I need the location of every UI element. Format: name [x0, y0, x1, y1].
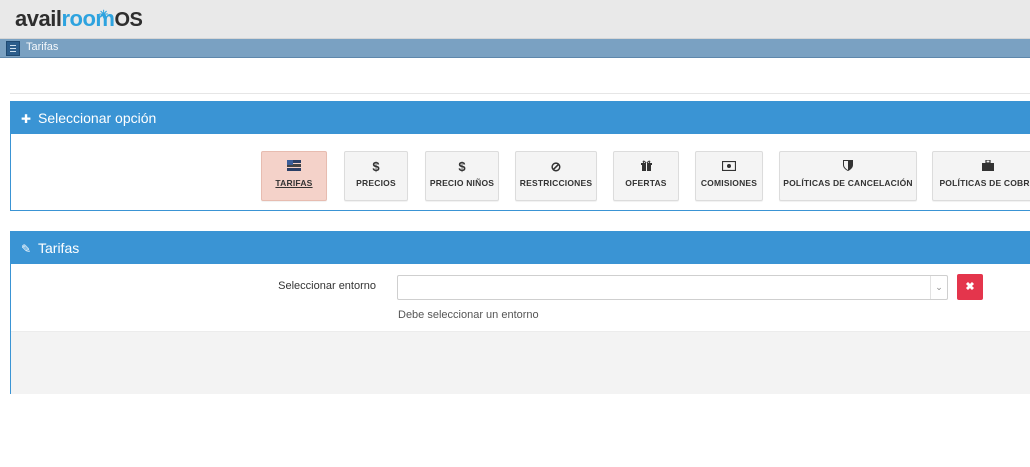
precios-button-label: PRECIOS: [356, 178, 396, 188]
plus-icon: ✚: [21, 112, 32, 126]
select-option-panel: ✚ Seleccionar opción TARIFAS $ PRECIOS $ …: [10, 101, 1030, 211]
dollar-icon: $: [372, 159, 380, 174]
clear-button[interactable]: ✖: [957, 274, 983, 300]
politicas-cancelacion-button-label: POLÍTICAS DE CANCELACIÓN: [783, 178, 913, 188]
entorno-select[interactable]: ⌄: [397, 275, 948, 300]
precios-button[interactable]: $ PRECIOS: [344, 151, 408, 201]
ban-icon: ⊘: [550, 159, 562, 174]
comisiones-button[interactable]: COMISIONES: [695, 151, 763, 201]
politicas-cobro-button-label: POLÍTICAS DE COBRO: [939, 178, 1030, 188]
tarifas-button[interactable]: TARIFAS: [261, 151, 327, 201]
panel-title: Seleccionar opción: [38, 110, 157, 126]
ofertas-button[interactable]: OFERTAS: [613, 151, 679, 201]
entorno-label: Seleccionar entorno: [278, 280, 376, 292]
politicas-cobro-button[interactable]: POLÍTICAS DE COBRO: [932, 151, 1030, 201]
edit-icon: ✎: [21, 242, 32, 256]
close-icon: ✖: [965, 281, 975, 293]
ofertas-button-label: OFERTAS: [625, 178, 667, 188]
select-option-header[interactable]: ✚ Seleccionar opción: [11, 102, 1030, 134]
tab-bar: Tarifas: [0, 39, 1030, 58]
tarifas-panel-header: ✎ Tarifas: [11, 232, 1030, 264]
tab-tarifas[interactable]: Tarifas: [26, 41, 58, 53]
tarifas-button-label: TARIFAS: [275, 178, 313, 188]
flag-icon: [262, 159, 326, 174]
top-header: availroomOS ✳: [0, 0, 1030, 39]
logo-text-os: OS: [114, 9, 143, 31]
comisiones-button-label: COMISIONES: [700, 178, 758, 188]
shield-icon: [780, 159, 916, 174]
entorno-form-row: Seleccionar entorno ⌄ Debe seleccionar u…: [11, 265, 1030, 331]
precio-ninos-button[interactable]: $ PRECIO NIÑOS: [425, 151, 499, 201]
panel-footer: [11, 331, 1030, 394]
document-icon: [6, 41, 20, 56]
restricciones-button[interactable]: ⊘ RESTRICCIONES: [515, 151, 597, 201]
divider: [10, 93, 1030, 94]
logo-spark-icon: ✳: [99, 9, 108, 21]
gift-icon: [614, 159, 678, 174]
precio-ninos-button-label: PRECIO NIÑOS: [429, 178, 495, 188]
logo-text-avail: avail: [15, 6, 62, 31]
entorno-help-text: Debe seleccionar un entorno: [398, 309, 539, 321]
chevron-down-icon[interactable]: ⌄: [930, 276, 947, 299]
dollar-icon: $: [458, 159, 466, 174]
tarifas-panel: ✎ Tarifas Seleccionar entorno ⌄ Debe sele…: [10, 231, 1030, 394]
politicas-cancelacion-button[interactable]: POLÍTICAS DE CANCELACIÓN: [779, 151, 917, 201]
restricciones-button-label: RESTRICCIONES: [519, 178, 593, 188]
app-logo[interactable]: availroomOS ✳: [15, 6, 143, 32]
money-icon: [696, 159, 762, 174]
briefcase-icon: [933, 159, 1030, 174]
panel-title: Tarifas: [38, 240, 80, 256]
